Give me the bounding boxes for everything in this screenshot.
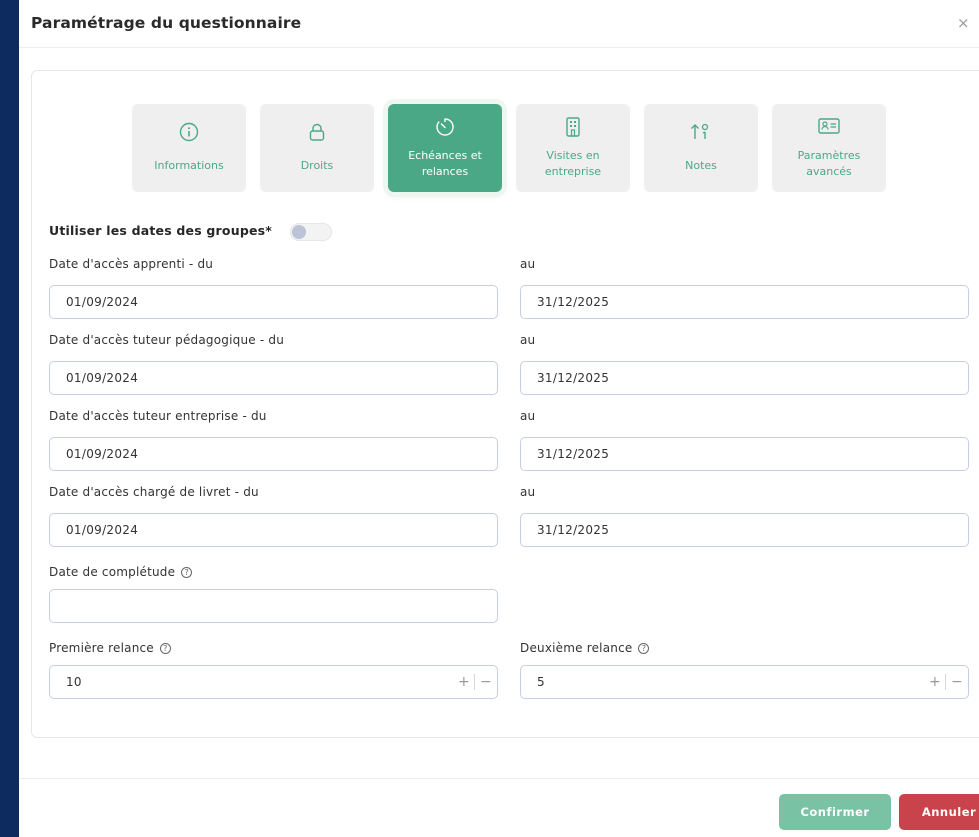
first-reminder-label: Première relance? — [49, 641, 171, 655]
first-reminder-text: Première relance — [49, 641, 154, 655]
decrement-button[interactable]: − — [475, 666, 497, 698]
tab-notes[interactable]: Notes — [644, 104, 758, 192]
tab-label: Droits — [300, 159, 334, 172]
completion-date-text: Date de complétude — [49, 565, 176, 579]
tab-parametres-avances[interactable]: Paramètres avancés — [772, 104, 886, 192]
settings-panel: Informations Droits Echéances et relance… — [31, 70, 979, 738]
second-reminder-text: Deuxième relance — [520, 641, 633, 655]
tab-label: Informations — [154, 159, 224, 172]
tab-label-line1: Visites en — [546, 149, 600, 162]
increment-button[interactable]: + — [454, 666, 474, 698]
charge-livret-to-input[interactable]: 31/12/2025 — [520, 513, 969, 547]
tuteur-pedagogique-from-input[interactable]: 01/09/2024 — [49, 361, 498, 395]
tab-label-line2: avancés — [806, 165, 852, 178]
id-card-icon — [772, 116, 886, 136]
tuteur-entreprise-from-label: Date d'accès tuteur entreprise - du — [49, 409, 267, 423]
tab-label-line2: entreprise — [544, 165, 602, 178]
second-reminder-value: 5 — [537, 675, 545, 689]
tuteur-entreprise-from-input[interactable]: 01/09/2024 — [49, 437, 498, 471]
modal-header: Paramétrage du questionnaire × — [19, 0, 979, 48]
close-button[interactable]: × — [957, 14, 970, 32]
info-icon — [132, 122, 246, 142]
group-dates-label: Utiliser les dates des groupes* — [49, 223, 273, 238]
first-reminder-value: 10 — [66, 675, 82, 689]
second-reminder-label: Deuxième relance? — [520, 641, 650, 655]
tuteur-entreprise-to-input[interactable]: 31/12/2025 — [520, 437, 969, 471]
charge-livret-to-label: au — [520, 485, 536, 499]
timer-icon — [388, 116, 502, 138]
confirm-button[interactable]: Confirmer — [779, 794, 891, 830]
completion-date-input[interactable] — [49, 589, 498, 623]
apprenti-from-input[interactable]: 01/09/2024 — [49, 285, 498, 319]
tab-informations[interactable]: Informations — [132, 104, 246, 192]
second-reminder-stepper[interactable]: 5 + − — [520, 665, 969, 699]
tab-label: Echéances et relances — [388, 148, 502, 180]
tuteur-entreprise-to-label: au — [520, 409, 536, 423]
stepper-controls: + − — [454, 666, 497, 698]
help-icon[interactable]: ? — [159, 643, 171, 654]
first-reminder-stepper[interactable]: 10 + − — [49, 665, 498, 699]
tab-echeances-relances[interactable]: Echéances et relances — [388, 104, 502, 192]
tab-label-line2: relances — [421, 165, 469, 178]
tab-label: Paramètres avancés — [772, 148, 886, 180]
tab-label: Visites en entreprise — [516, 148, 630, 180]
tuteur-pedagogique-from-label: Date d'accès tuteur pédagogique - du — [49, 333, 285, 347]
decrement-button[interactable]: − — [946, 666, 968, 698]
tab-visites-entreprise[interactable]: Visites en entreprise — [516, 104, 630, 192]
increment-button[interactable]: + — [925, 666, 945, 698]
tab-label: Notes — [685, 159, 717, 172]
help-icon[interactable]: ? — [638, 643, 650, 654]
tab-droits[interactable]: Droits — [260, 104, 374, 192]
toggle-knob — [292, 225, 306, 239]
help-icon[interactable]: ? — [181, 567, 193, 578]
tuteur-pedagogique-to-input[interactable]: 31/12/2025 — [520, 361, 969, 395]
building-icon — [516, 116, 630, 138]
lock-icon — [260, 122, 374, 142]
completion-date-label: Date de complétude? — [49, 565, 193, 579]
charge-livret-from-input[interactable]: 01/09/2024 — [49, 513, 498, 547]
stepper-controls: + − — [925, 666, 968, 698]
apprenti-to-input[interactable]: 31/12/2025 — [520, 285, 969, 319]
tab-label-line1: Paramètres — [797, 149, 861, 162]
tuteur-pedagogique-to-label: au — [520, 333, 536, 347]
cancel-button[interactable]: Annuler — [899, 794, 979, 830]
apprenti-from-label: Date d'accès apprenti - du — [49, 257, 214, 271]
apprenti-to-label: au — [520, 257, 536, 271]
group-dates-toggle[interactable] — [290, 223, 332, 241]
sort-notes-icon — [644, 122, 758, 142]
footer-divider — [19, 778, 979, 779]
charge-livret-from-label: Date d'accès chargé de livret - du — [49, 485, 259, 499]
settings-modal: Paramétrage du questionnaire × Informati… — [19, 0, 979, 837]
modal-title: Paramétrage du questionnaire — [31, 14, 302, 32]
tab-label-line1: Echéances et — [408, 149, 482, 162]
